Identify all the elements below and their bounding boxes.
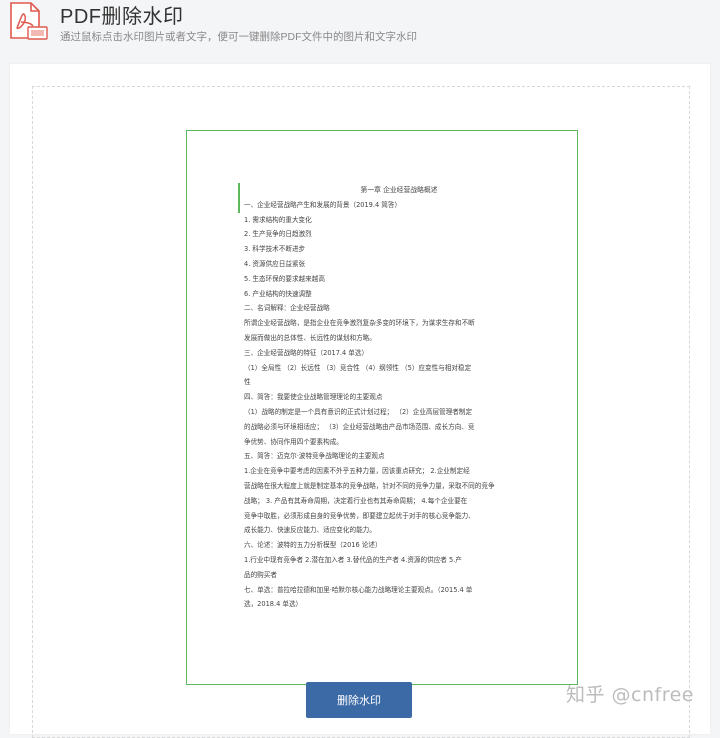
document-line[interactable]: 所谓企业经营战略，是指企业在竞争激烈复杂多变的环境下，为谋求生存和不断 [244,316,554,331]
document-line[interactable]: 的战略必须与环境相适应； （3）企业经营战略由产品市场范围、成长方向、竞 [244,420,554,435]
document-line[interactable]: 1.企业在竞争中要考虑的因素不外乎五种力量，因该重点研究； 2.企业制定经 [244,464,554,479]
document-line[interactable]: 四、简答：我要使企业战略管理理论的主要观点 [244,390,554,405]
document-line[interactable]: 3. 科学技术不断进步 [244,242,554,257]
document-title[interactable]: 第一章 企业经营战略概述 [244,183,554,198]
page-content: 第一章 企业经营战略概述 一、企业经营战略产生和发展的背景（2019.4 简答）… [244,183,554,612]
document-line[interactable]: 性 [244,375,554,390]
document-line[interactable]: 七、单选：普拉哈拉德和加里·哈默尔核心能力战略理论主要观点。（2015.4 单 [244,583,554,598]
page-subtitle: 通过鼠标点击水印图片或者文字，便可一键删除PDF文件中的图片和文字水印 [60,31,417,43]
document-line[interactable]: 6. 产业结构的快速调整 [244,287,554,302]
remove-watermark-button[interactable]: 删除水印 [306,682,412,718]
document-line[interactable]: 争优势、协同作用四个要素构成。 [244,435,554,450]
document-line[interactable]: 发展而做出的总体性、长远性的谋划和方略。 [244,331,554,346]
document-line[interactable]: 竞争中取胜，必须形成自身的竞争优势，即要建立起优于对手的核心竞争能力、 [244,509,554,524]
document-line[interactable]: 一、企业经营战略产生和发展的背景（2019.4 简答） [244,198,554,213]
pdf-file-icon [7,2,49,40]
document-line[interactable]: 成长能力、快速反应能力、适应变化的能力。 [244,523,554,538]
document-canvas: 第一章 企业经营战略概述 一、企业经营战略产生和发展的背景（2019.4 简答）… [32,86,690,738]
document-line[interactable]: 品的购买者 [244,568,554,583]
page-marker [238,183,240,213]
page-title: PDF删除水印 [60,6,184,28]
header: PDF删除水印 通过鼠标点击水印图片或者文字，便可一键删除PDF文件中的图片和文… [0,0,720,62]
document-line[interactable]: （1）战略的制定是一个具有意识的正式计划过程； （2）企业高层管理者制定 [244,405,554,420]
document-line[interactable]: 营战略在很大程度上就是制定基本的竞争战略，针对不同的竞争力量，采取不同的竞争 [244,479,554,494]
document-line[interactable]: 战略； 3. 产品有其寿命周期，决定着行业也有其寿命周期； 4.每个企业要在 [244,494,554,509]
document-line[interactable]: 4. 资源供应日益紧张 [244,257,554,272]
document-line[interactable]: 1.行业中现有竞争者 2.潜在加入者 3.替代品的生产者 4.资源的供应者 5.… [244,553,554,568]
site-watermark: 知乎 @cnfree [566,684,694,706]
document-line[interactable]: 2. 生产竞争的日趋激烈 [244,227,554,242]
main-panel: 第一章 企业经营战略概述 一、企业经营战略产生和发展的背景（2019.4 简答）… [10,64,710,738]
pdf-page-preview[interactable]: 第一章 企业经营战略概述 一、企业经营战略产生和发展的背景（2019.4 简答）… [186,130,578,685]
document-line[interactable]: 选，2018.4 单选） [244,597,554,612]
document-line[interactable]: 五、简答：迈克尔·波特竞争战略理论的主要观点 [244,449,554,464]
document-line[interactable]: 三、企业经营战略的特征（2017.4 单选） [244,346,554,361]
document-line[interactable]: 六、论述：波特的五力分析模型（2016 论述） [244,538,554,553]
document-line[interactable]: 5. 生态环保的要求越来越高 [244,272,554,287]
document-line[interactable]: 二、名词解释：企业经营战略 [244,301,554,316]
document-line[interactable]: 1. 需求结构的重大变化 [244,213,554,228]
document-line[interactable]: （1）全局性 （2）长远性 （3）竞合性 （4）纲领性 （5）应变性与相对稳定 [244,361,554,376]
